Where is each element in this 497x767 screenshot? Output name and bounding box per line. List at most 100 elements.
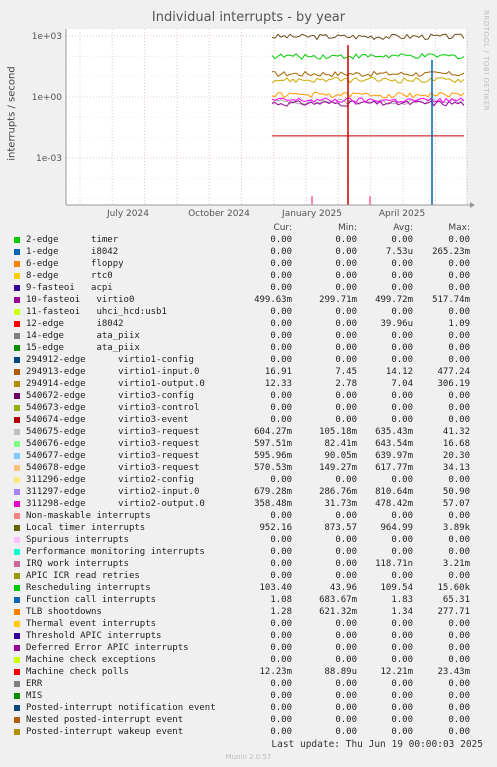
legend-row: Thermal event interrupts 0.00 0.00 0.00 0.00: [14, 619, 484, 631]
legend-avg: 7.53u: [385, 247, 413, 257]
legend-row: 540673-edge virtio3-control 0.00 0.00 0.00 0…: [14, 403, 484, 415]
legend-avg: 0.00: [391, 355, 413, 365]
legend-label: 540674-edge virtio3-event: [26, 415, 189, 425]
legend-max: 0.00: [448, 655, 470, 665]
legend-min: 0.00: [335, 511, 357, 521]
legend-avg: 0.00: [391, 235, 413, 245]
legend-row: Rescheduling interrupts 103.40 43.96 109.54…: [14, 583, 484, 595]
legend-label: Local timer interrupts: [26, 523, 146, 533]
y-tick-label: 1e-03: [36, 154, 62, 164]
legend-swatch: [14, 501, 20, 507]
legend-cur: 0.00: [270, 235, 292, 245]
legend-label: 10-fasteoi virtio0: [26, 295, 135, 305]
legend-row: 1-edge i8042 0.00 0.00 7.53u 265.23m: [14, 247, 484, 259]
legend-row: Local timer interrupts 952.16 873.57 964.99…: [14, 523, 484, 535]
legend-max: 16.68: [442, 439, 470, 449]
legend-cur: 0.00: [270, 691, 292, 701]
header-avg: Avg:: [393, 223, 413, 233]
legend-max: 3.89k: [442, 523, 470, 533]
legend-min: 31.73m: [324, 499, 357, 509]
legend-cur: 0.00: [270, 283, 292, 293]
legend-swatch: [14, 717, 20, 723]
legend-min: 149.27m: [319, 463, 357, 473]
legend-cur: 12.23m: [259, 667, 292, 677]
legend-min: 0.00: [335, 559, 357, 569]
legend-row: 540675-edge virtio3-request 604.27m 105.18…: [14, 427, 484, 439]
legend-label: 294914-edge virtio1-output.0: [26, 379, 205, 389]
legend-row: 12-edge i8042 0.00 0.00 39.96u 1.09: [14, 319, 484, 331]
legend-row: 6-edge floppy 0.00 0.00 0.00 0.00: [14, 259, 484, 271]
legend-max: 0.00: [448, 571, 470, 581]
legend-min: 0.00: [335, 619, 357, 629]
legend-swatch: [14, 729, 20, 735]
legend-min: 0.00: [335, 271, 357, 281]
legend-cur: 358.48m: [254, 499, 292, 509]
legend-max: 277.71: [437, 607, 470, 617]
legend-swatch: [14, 561, 20, 567]
legend-min: 0.00: [335, 403, 357, 413]
legend-max: 0.00: [448, 703, 470, 713]
legend-cur: 952.16: [259, 523, 292, 533]
legend-label: IRQ work interrupts: [26, 559, 129, 569]
header-cur: Cur:: [273, 223, 292, 233]
legend-cur: 679.28m: [254, 487, 292, 497]
legend-avg: 0.00: [391, 679, 413, 689]
legend-max: 50.90: [442, 487, 470, 497]
legend-avg: 478.42m: [375, 499, 413, 509]
legend-row: Threshold APIC interrupts 0.00 0.00 0.00 0.0…: [14, 631, 484, 643]
legend-max: 0.00: [448, 631, 470, 641]
legend-min: 0.00: [335, 355, 357, 365]
x-axis-arrow: [470, 202, 475, 208]
legend-row: 14-edge ata_piix 0.00 0.00 0.00 0.00: [14, 331, 484, 343]
legend-avg: 0.00: [391, 619, 413, 629]
legend-row: 10-fasteoi virtio0 499.63m 299.71m 499.72m 5…: [14, 295, 484, 307]
legend-label: Posted-interrupt notification event: [26, 703, 216, 713]
legend-swatch: [14, 285, 20, 291]
legend-row: APIC ICR read retries 0.00 0.00 0.00 0.00: [14, 571, 484, 583]
legend-row: MIS 0.00 0.00 0.00 0.00: [14, 691, 484, 703]
legend-min: 7.45: [335, 367, 357, 377]
legend-label: 540672-edge virtio3-config: [26, 391, 194, 401]
legend-max: 0.00: [448, 331, 470, 341]
legend-max: 34.13: [442, 463, 470, 473]
legend-max: 0.00: [448, 415, 470, 425]
legend-avg: 0.00: [391, 343, 413, 353]
legend-row: 540672-edge virtio3-config 0.00 0.00 0.00 0.…: [14, 391, 484, 403]
legend-max: 0.00: [448, 691, 470, 701]
legend-label: Performance monitoring interrupts: [26, 547, 205, 557]
legend-max: 0.00: [448, 619, 470, 629]
legend-min: 0.00: [335, 319, 357, 329]
legend-swatch: [14, 657, 20, 663]
legend-max: 265.23m: [432, 247, 470, 257]
legend-row: 311297-edge virtio2-input.0 679.28m 286.76…: [14, 487, 484, 499]
legend-avg: 617.77m: [375, 463, 413, 473]
munin-version: Munin 2.0.57: [225, 753, 272, 761]
legend-avg: 0.00: [391, 271, 413, 281]
legend-label: Function call interrupts: [26, 595, 157, 605]
legend-avg: 810.64m: [375, 487, 413, 497]
legend-label: 1-edge i8042: [26, 247, 119, 257]
legend-max: 0.00: [448, 475, 470, 485]
legend-max: 0.00: [448, 715, 470, 725]
legend-avg: 0.00: [391, 727, 413, 737]
legend-swatch: [14, 261, 20, 267]
legend-swatch: [14, 429, 20, 435]
legend-swatch: [14, 309, 20, 315]
legend-row: 294914-edge virtio1-output.0 12.33 2.78 7.0…: [14, 379, 484, 391]
legend-avg: 0.00: [391, 511, 413, 521]
legend-label: 540677-edge virtio3-request: [26, 451, 200, 461]
legend-swatch: [14, 705, 20, 711]
legend-min: 0.00: [335, 391, 357, 401]
legend-label: 311298-edge virtio2-output.0: [26, 499, 205, 509]
legend-row: 9-fasteoi acpi 0.00 0.00 0.00 0.00: [14, 283, 484, 295]
legend-avg: 0.00: [391, 259, 413, 269]
legend-max: 0.00: [448, 235, 470, 245]
legend-cur: 0.00: [270, 343, 292, 353]
legend-avg: 0.00: [391, 391, 413, 401]
legend-max: 0.00: [448, 355, 470, 365]
legend-swatch: [14, 405, 20, 411]
legend-row: 294913-edge virtio1-input.0 16.91 7.45 14.1…: [14, 367, 484, 379]
legend-label: Machine check exceptions: [26, 655, 157, 665]
chart-plot: 1e-03 1e+00 1e+03 July 2024 October 2024 Janu…: [32, 29, 475, 219]
legend-max: 41.32: [442, 427, 470, 437]
